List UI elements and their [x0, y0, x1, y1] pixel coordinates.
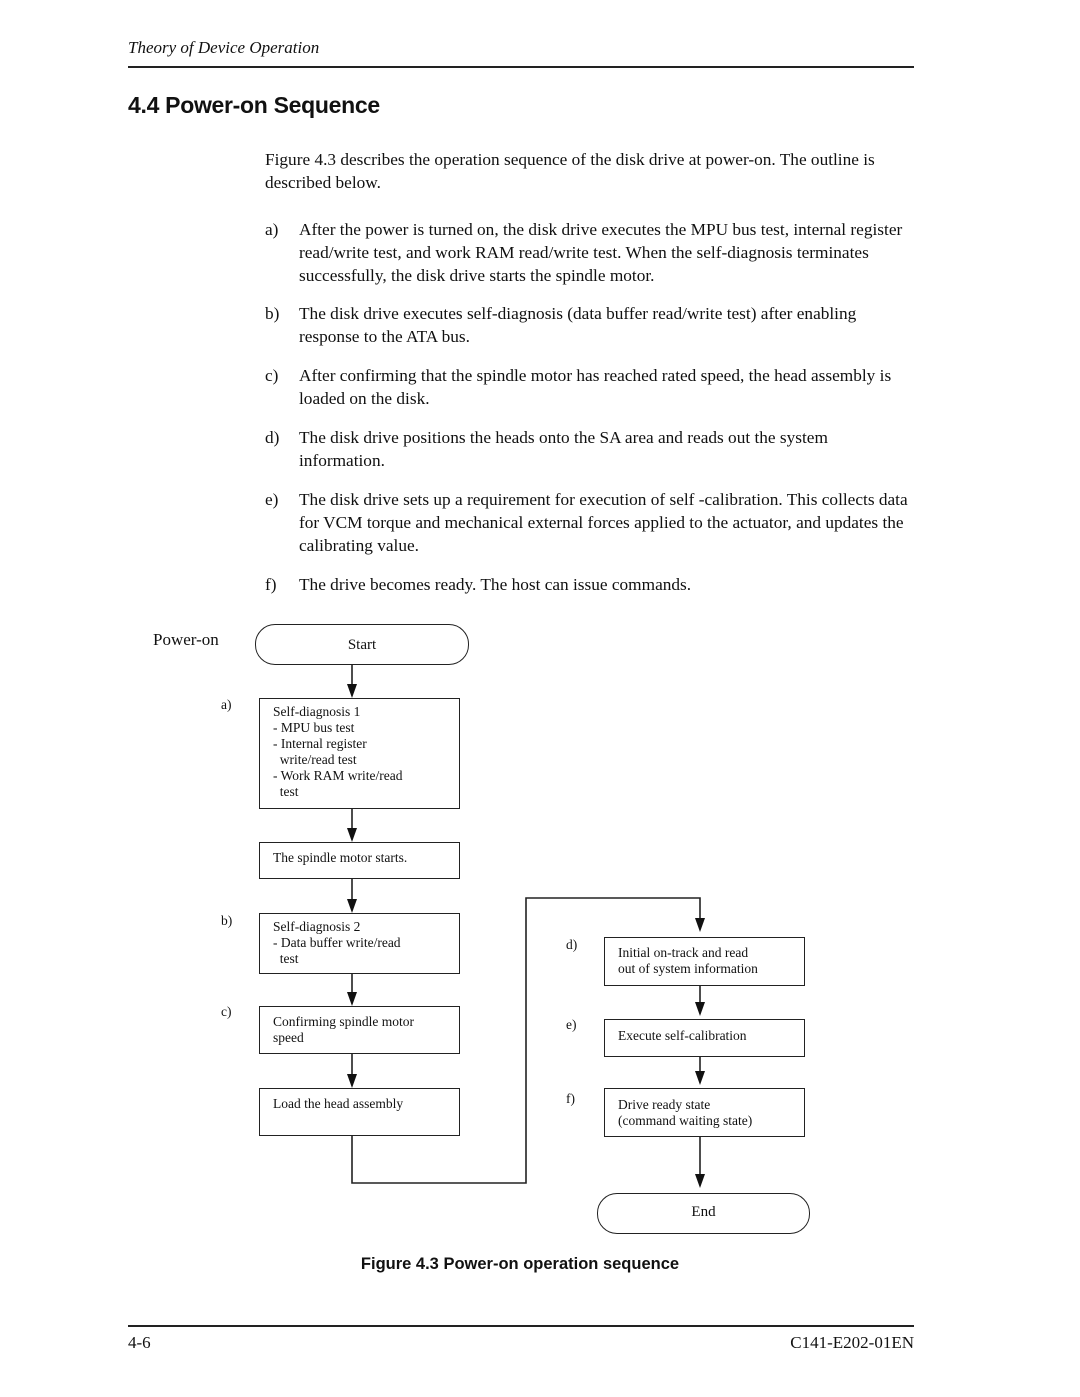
step-label-e: e) [566, 1017, 577, 1032]
start-terminator: Start [255, 624, 469, 665]
node-line: speed [273, 1030, 304, 1045]
node-line: Execute self-calibration [618, 1028, 747, 1043]
arrowhead [347, 1074, 357, 1088]
node-line: - Internal register [273, 736, 367, 751]
node-initial-on-track: Initial on-track and read out of system … [604, 937, 805, 986]
node-line: - Work RAM write/read [273, 768, 403, 783]
arrowhead [347, 684, 357, 698]
node-line: test [273, 784, 299, 799]
node-spindle-motor-starts: The spindle motor starts. [259, 842, 460, 879]
arrowhead [347, 899, 357, 913]
node-self-diagnosis-1: Self-diagnosis 1 - MPU bus test - Intern… [259, 698, 460, 809]
node-line: Drive ready state [618, 1097, 711, 1112]
node-line: (command waiting state) [618, 1113, 753, 1128]
node-line: out of system information [618, 961, 758, 976]
arrowhead [347, 992, 357, 1006]
step-label-a: a) [221, 697, 232, 712]
node-confirm-spindle-speed: Confirming spindle motor speed [259, 1006, 460, 1054]
node-self-diagnosis-2: Self-diagnosis 2 - Data buffer write/rea… [259, 913, 460, 974]
flowchart-connectors [347, 665, 705, 1188]
step-label-f: f) [566, 1091, 575, 1106]
page-number: 4-6 [128, 1333, 151, 1352]
document-id: C141-E202-01EN [790, 1333, 914, 1352]
arrowhead [695, 1002, 705, 1016]
arrowhead [695, 1071, 705, 1085]
node-line: - Data buffer write/read [273, 935, 401, 950]
power-on-label: Power-on [153, 630, 219, 649]
node-line: test [273, 951, 299, 966]
step-label-c: c) [221, 1004, 232, 1019]
node-line: Confirming spindle motor [273, 1014, 414, 1029]
node-line: Initial on-track and read [618, 945, 749, 960]
step-label-b: b) [221, 913, 233, 928]
arrowhead [695, 1174, 705, 1188]
node-line: Self-diagnosis 1 [273, 704, 361, 719]
node-execute-self-calibration: Execute self-calibration [604, 1019, 805, 1057]
arrowhead [347, 828, 357, 842]
arrowhead [695, 918, 705, 932]
figure-caption: Figure 4.3 Power-on operation sequence [360, 1255, 680, 1273]
node-line: The spindle motor starts. [273, 850, 408, 865]
node-line: - MPU bus test [273, 720, 355, 735]
end-terminator: End [597, 1193, 810, 1234]
node-line: Self-diagnosis 2 [273, 919, 361, 934]
step-label-d: d) [566, 937, 578, 952]
node-line: Load the head assembly [273, 1096, 404, 1111]
footer-rule [128, 1325, 914, 1327]
node-load-head-assembly: Load the head assembly [259, 1088, 460, 1136]
node-line: write/read test [273, 752, 357, 767]
node-drive-ready-state: Drive ready state (command waiting state… [604, 1088, 805, 1137]
